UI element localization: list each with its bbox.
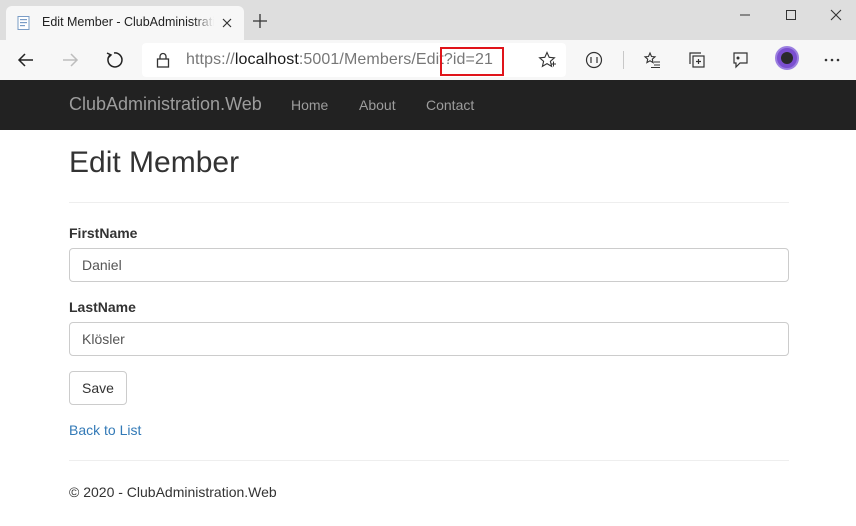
back-arrow-icon[interactable]	[17, 51, 35, 69]
plus-icon[interactable]	[252, 13, 268, 29]
page-title: Edit Member	[69, 146, 240, 179]
browser-toolbar: https://localhost:5001/Members/Edit?id=2…	[0, 40, 856, 80]
more-icon[interactable]	[823, 51, 841, 69]
collections-icon[interactable]	[688, 51, 706, 69]
forward-arrow-icon[interactable]	[61, 51, 79, 69]
navbar-brand[interactable]: ClubAdministration.Web	[69, 94, 262, 115]
browser-tabstrip: Edit Member - ClubAdministration.Web	[0, 0, 856, 40]
url-query-highlight	[440, 47, 504, 76]
address-bar[interactable]: https://localhost:5001/Members/Edit?id=2…	[142, 43, 566, 77]
tab-title: Edit Member - ClubAdministration.Web	[42, 15, 214, 29]
page-favicon-icon	[17, 16, 30, 30]
favorites-icon[interactable]	[643, 51, 661, 69]
profile-avatar[interactable]	[775, 46, 799, 70]
nav-link-contact[interactable]: Contact	[426, 97, 474, 113]
url-host: localhost	[234, 51, 299, 68]
star-icon[interactable]	[538, 51, 556, 69]
last-name-input[interactable]	[69, 322, 789, 356]
nav-link-home[interactable]: Home	[291, 97, 328, 113]
window-close-icon[interactable]	[829, 8, 843, 22]
back-to-list-link[interactable]: Back to List	[69, 422, 141, 438]
browser-tab[interactable]: Edit Member - ClubAdministration.Web	[6, 6, 244, 40]
divider	[69, 202, 789, 203]
last-name-label: LastName	[69, 299, 136, 315]
refresh-icon[interactable]	[105, 51, 123, 69]
footer-text: © 2020 - ClubAdministration.Web	[69, 484, 277, 500]
close-icon[interactable]	[220, 16, 234, 30]
footer-divider	[69, 460, 789, 461]
save-button[interactable]: Save	[69, 371, 127, 405]
minimize-icon[interactable]	[738, 8, 752, 22]
first-name-input[interactable]	[69, 248, 789, 282]
site-navbar: ClubAdministration.Web Home About Contac…	[0, 80, 856, 130]
reader-icon[interactable]	[585, 51, 603, 69]
url-scheme: https://	[186, 51, 235, 68]
nav-link-about[interactable]: About	[359, 97, 396, 113]
toolbar-separator	[623, 51, 624, 69]
feedback-icon[interactable]	[731, 51, 749, 69]
lock-icon	[156, 52, 170, 68]
maximize-icon[interactable]	[784, 8, 798, 22]
first-name-label: FirstName	[69, 225, 138, 241]
